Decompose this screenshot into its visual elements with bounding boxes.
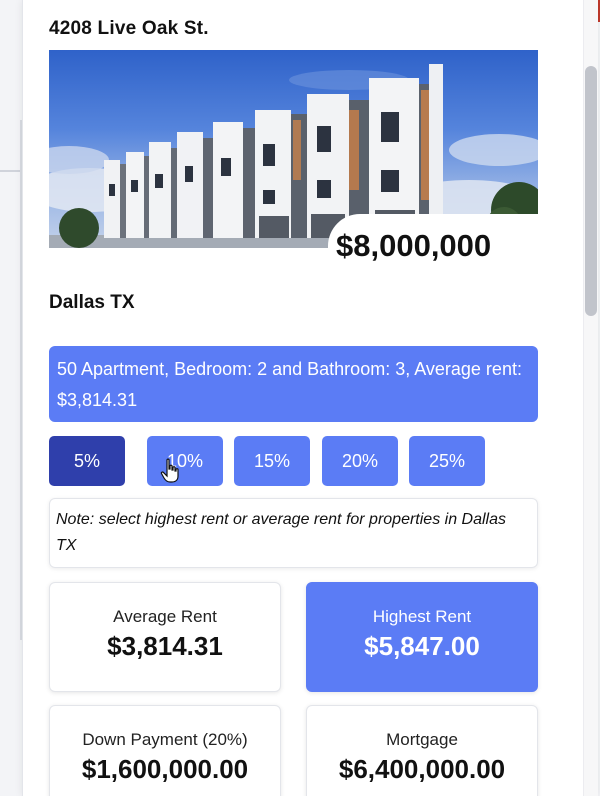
rent-selection-note: Note: select highest rent or average ren…	[49, 498, 538, 568]
down-payment-5-button[interactable]: 5%	[49, 436, 125, 486]
property-modal: 4208 Live Oak St. $8,000,000 Dallas TX 5…	[22, 0, 598, 796]
down-payment-20-button[interactable]: 20%	[322, 436, 398, 486]
property-address: 4208 Live Oak St.	[49, 18, 209, 39]
down-payment-15-button[interactable]: 15%	[234, 436, 310, 486]
hand-pointer-icon	[160, 458, 179, 483]
down-payment-10-button[interactable]: 10%	[147, 436, 223, 486]
average-rent-card[interactable]: Average Rent $3,814.31	[49, 582, 281, 692]
down-payment-value: $1,600,000.00	[81, 754, 249, 784]
down-payment-card: Down Payment (20%) $1,600,000.00	[49, 705, 281, 796]
mortgage-label: Mortgage	[386, 730, 458, 749]
highest-rent-card[interactable]: Highest Rent $5,847.00	[306, 582, 538, 692]
highest-rent-value: $5,847.00	[364, 631, 480, 661]
property-details: 50 Apartment, Bedroom: 2 and Bathroom: 3…	[49, 346, 538, 422]
down-payment-25-button[interactable]: 25%	[409, 436, 485, 486]
mortgage-value: $6,400,000.00	[338, 754, 506, 784]
property-location: Dallas TX	[49, 292, 135, 313]
background-divider	[0, 170, 22, 172]
average-rent-label: Average Rent	[113, 607, 217, 626]
highest-rent-label: Highest Rent	[372, 607, 472, 626]
average-rent-value: $3,814.31	[107, 631, 223, 661]
scrollbar-thumb[interactable]	[585, 66, 597, 316]
mortgage-card: Mortgage $6,400,000.00	[306, 705, 538, 796]
property-price: $8,000,000	[328, 214, 538, 278]
down-payment-label: Down Payment (20%)	[82, 730, 248, 749]
background-page-left	[0, 0, 22, 796]
